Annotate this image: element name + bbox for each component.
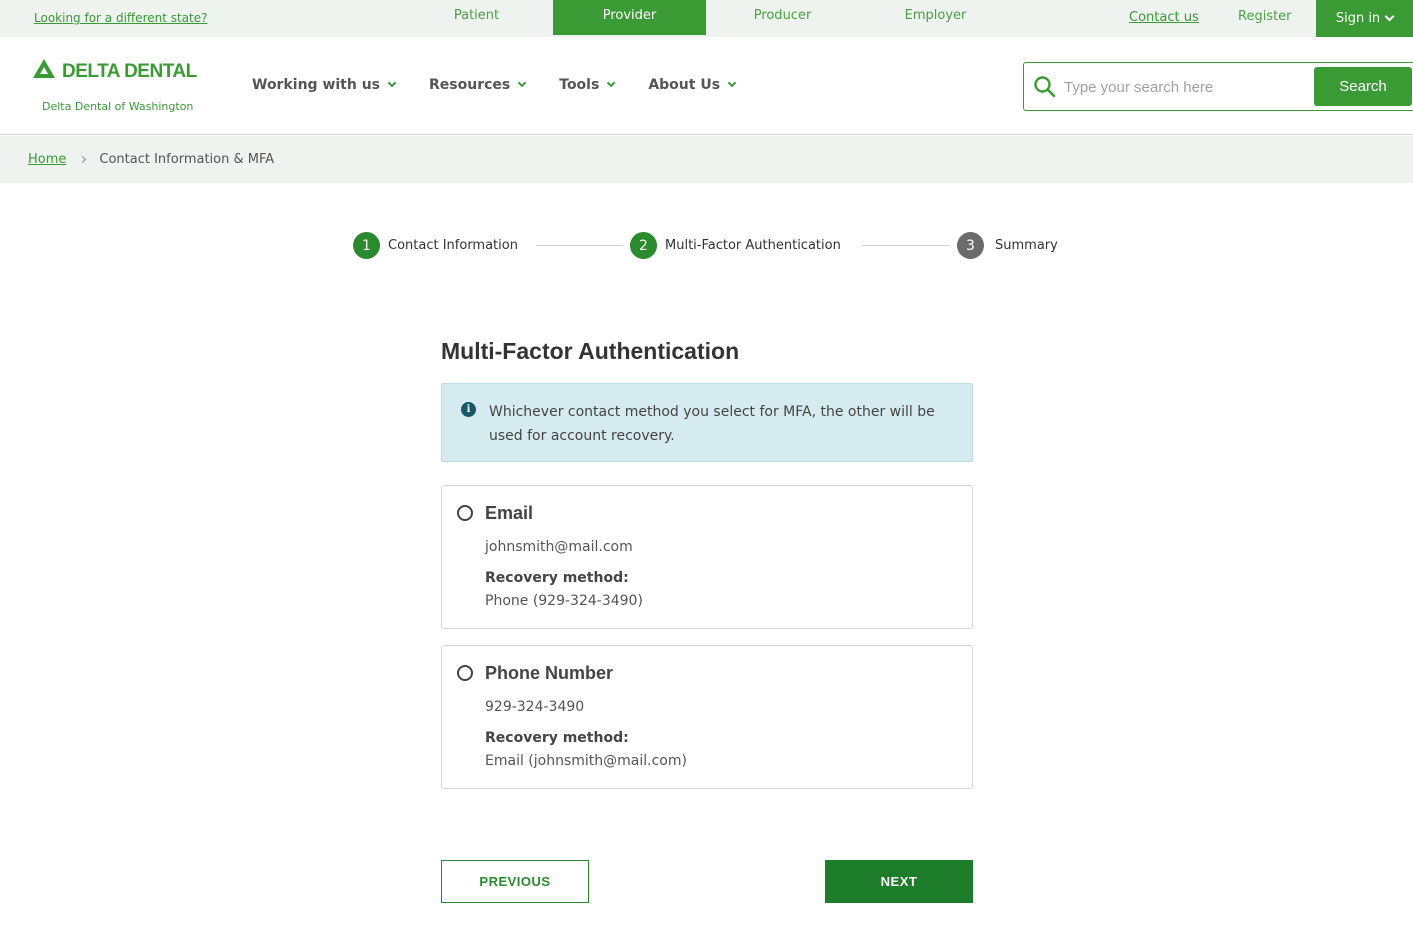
breadcrumb-current: Contact Information & MFA [99, 152, 275, 167]
step-number: 3 [957, 232, 984, 259]
recovery-label: Recovery method: [485, 570, 629, 586]
option-title: Phone Number [485, 663, 614, 683]
search-button[interactable]: Search [1314, 67, 1412, 106]
audience-tab-provider[interactable]: Provider [553, 0, 706, 35]
email-radio[interactable] [457, 505, 473, 521]
chevron-down-icon [387, 78, 397, 88]
sign-in-label: Sign in [1335, 11, 1381, 26]
option-value: 929-324-3490 [485, 699, 585, 715]
site-header: DELTA DENTAL Delta Dental of Washington … [0, 37, 1413, 135]
search-input[interactable] [1064, 75, 1304, 99]
recovery-value: Phone (929-324-3490) [485, 593, 643, 609]
register-link[interactable]: Register [1238, 9, 1292, 24]
recovery-label: Recovery method: [485, 730, 629, 746]
sign-in-button[interactable]: Sign in [1316, 0, 1413, 37]
nav-tools[interactable]: Tools [559, 77, 616, 93]
step-mfa: 2 Multi-Factor Authentication [630, 232, 841, 259]
chevron-down-icon [1384, 11, 1395, 22]
nav-working-with-us[interactable]: Working with us [252, 77, 397, 93]
recovery-value: Email (johnsmith@mail.com) [485, 753, 687, 769]
nav-label: Resources [429, 77, 511, 93]
mfa-form: Multi-Factor Authentication i Whichever … [441, 338, 973, 789]
breadcrumb: Home Contact Information & MFA [0, 136, 1413, 183]
info-alert: i Whichever contact method you select fo… [441, 383, 973, 462]
audience-tab-patient[interactable]: Patient [400, 0, 553, 35]
mfa-option-phone[interactable]: Phone Number 929-324-3490 Recovery metho… [441, 645, 973, 789]
chevron-right-icon [79, 155, 87, 164]
chevron-down-icon [518, 78, 527, 88]
step-label: Multi-Factor Authentication [665, 238, 841, 253]
progress-stepper: 1 Contact Information 2 Multi-Factor Aut… [353, 232, 1073, 260]
step-number: 1 [353, 232, 380, 259]
contact-us-link[interactable]: Contact us [1129, 10, 1199, 25]
brand-subtitle: Delta Dental of Washington [42, 100, 194, 113]
audience-tabs: Patient Provider Producer Employer [400, 0, 1012, 35]
page-title: Multi-Factor Authentication [441, 338, 740, 364]
phone-radio[interactable] [457, 665, 473, 681]
step-label: Summary [995, 238, 1058, 253]
info-text: Whichever contact method you select for … [489, 404, 935, 444]
step-connector [536, 245, 623, 246]
delta-dental-logo[interactable]: DELTA DENTAL Delta Dental of Washington [32, 57, 222, 117]
search-icon [1034, 76, 1056, 98]
step-connector [862, 245, 950, 246]
option-title: Email [485, 503, 534, 523]
nav-about-us[interactable]: About Us [648, 77, 737, 93]
option-value: johnsmith@mail.com [485, 539, 633, 555]
chevron-down-icon [727, 78, 737, 88]
previous-button[interactable]: PREVIOUS [441, 860, 589, 903]
step-contact-information: 1 Contact Information [353, 232, 518, 259]
breadcrumb-home[interactable]: Home [28, 152, 66, 167]
info-icon: i [461, 402, 476, 417]
main-nav: Working with us Resources Tools About Us [252, 77, 769, 93]
audience-tab-employer[interactable]: Employer [859, 0, 1012, 35]
step-summary: 3 Summary [957, 232, 1058, 259]
chevron-down-icon [607, 78, 616, 88]
nav-label: Working with us [252, 77, 381, 93]
utility-bar: Looking for a different state? Patient P… [0, 0, 1413, 37]
nav-label: Tools [559, 77, 600, 93]
audience-tab-producer[interactable]: Producer [706, 0, 859, 35]
step-label: Contact Information [388, 238, 518, 253]
brand-name: DELTA DENTAL [62, 61, 197, 82]
delta-logo-icon [33, 59, 55, 78]
step-number: 2 [630, 232, 657, 259]
mfa-option-email[interactable]: Email johnsmith@mail.com Recovery method… [441, 485, 973, 629]
search-box: Search [1023, 62, 1413, 111]
nav-resources[interactable]: Resources [429, 77, 527, 93]
different-state-link[interactable]: Looking for a different state? [34, 11, 208, 25]
next-button[interactable]: NEXT [825, 860, 973, 903]
nav-label: About Us [648, 77, 721, 93]
